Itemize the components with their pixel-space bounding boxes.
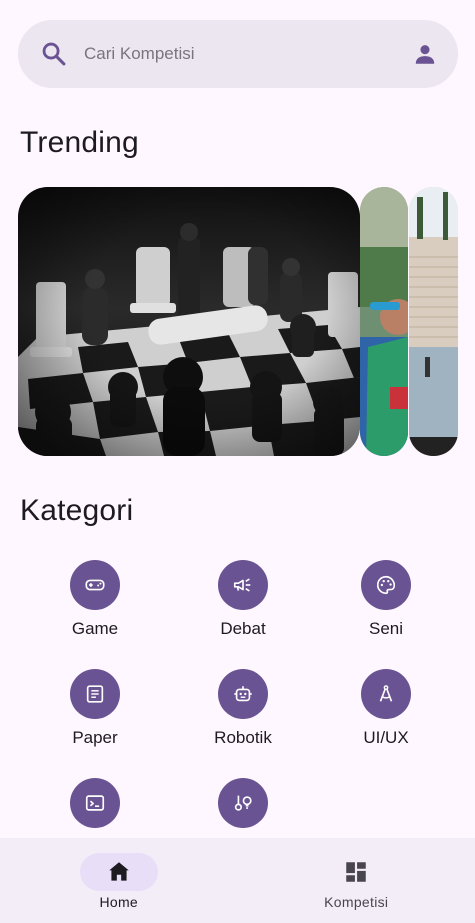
trending-title: Trending	[20, 126, 139, 159]
nav-home-label: Home	[99, 894, 139, 910]
category-seni[interactable]: Seni	[326, 560, 446, 639]
category-robotik[interactable]: Robotik	[183, 669, 303, 748]
terminal-icon	[85, 795, 105, 811]
palette-icon	[376, 575, 396, 595]
category-science-button[interactable]	[218, 778, 268, 828]
category-game-button[interactable]	[70, 560, 120, 610]
search-input[interactable]	[84, 44, 412, 64]
category-label: Paper	[72, 728, 118, 747]
document-icon	[86, 685, 104, 703]
search-bar[interactable]	[18, 20, 458, 88]
compass-icon	[379, 685, 393, 702]
trending-carousel[interactable]	[18, 187, 458, 456]
category-science[interactable]	[183, 778, 303, 837]
stadium-photo	[409, 187, 458, 456]
robot-icon	[234, 686, 252, 702]
category-paper-button[interactable]	[70, 669, 120, 719]
category-game[interactable]: Game	[35, 560, 155, 639]
trending-card-chess[interactable]	[18, 187, 360, 456]
category-label: Debat	[220, 619, 266, 638]
megaphone-icon	[233, 578, 251, 592]
bottom-navigation: Home Kompetisi	[0, 838, 475, 923]
trending-card-athlete[interactable]	[360, 187, 408, 456]
nav-kompetisi-label: Kompetisi	[324, 894, 389, 910]
category-label: Seni	[368, 619, 404, 638]
category-seni-button[interactable]	[361, 560, 411, 610]
category-paper[interactable]: Paper	[35, 669, 155, 748]
category-debat-button[interactable]	[218, 560, 268, 610]
category-robotik-button[interactable]	[218, 669, 268, 719]
category-label: Game	[71, 619, 119, 638]
person-icon[interactable]	[412, 41, 438, 67]
category-coding-button[interactable]	[70, 778, 120, 828]
kategori-title: Kategori	[20, 494, 134, 527]
trending-card-stadium[interactable]	[409, 187, 458, 456]
category-label: UI/UX	[363, 728, 409, 747]
nav-home-indicator[interactable]	[79, 853, 158, 891]
category-uiux[interactable]: UI/UX	[326, 669, 446, 748]
nav-item-kompetisi[interactable]: Kompetisi	[238, 838, 475, 923]
category-coding[interactable]	[35, 778, 155, 837]
category-debat[interactable]: Debat	[183, 560, 303, 639]
nav-item-home[interactable]: Home	[0, 838, 238, 923]
athlete-photo	[360, 187, 408, 456]
search-icon[interactable]	[40, 40, 68, 68]
chess-board-photo	[18, 187, 360, 456]
category-uiux-button[interactable]	[361, 669, 411, 719]
home-icon	[109, 862, 129, 881]
category-label: Robotik	[214, 728, 272, 747]
nav-kompetisi-indicator[interactable]	[317, 853, 395, 891]
gamepad-icon	[85, 579, 105, 591]
dashboard-icon	[346, 862, 366, 882]
science-icon	[234, 795, 252, 811]
